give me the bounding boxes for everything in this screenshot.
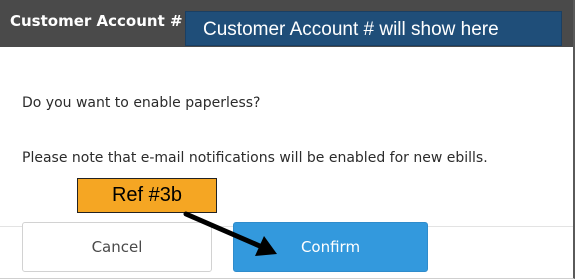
- cancel-button[interactable]: Cancel: [22, 222, 212, 272]
- ref-callout-label: Ref #3b: [77, 178, 217, 213]
- paperless-dialog: Customer Account # Customer Account # wi…: [0, 0, 575, 279]
- account-number-callout: Customer Account # will show here: [185, 11, 562, 46]
- notification-note: Please note that e-mail notifications wi…: [22, 150, 488, 166]
- dialog-title: Customer Account #: [10, 12, 183, 30]
- paperless-question: Do you want to enable paperless?: [22, 95, 261, 111]
- confirm-button[interactable]: Confirm: [233, 222, 428, 272]
